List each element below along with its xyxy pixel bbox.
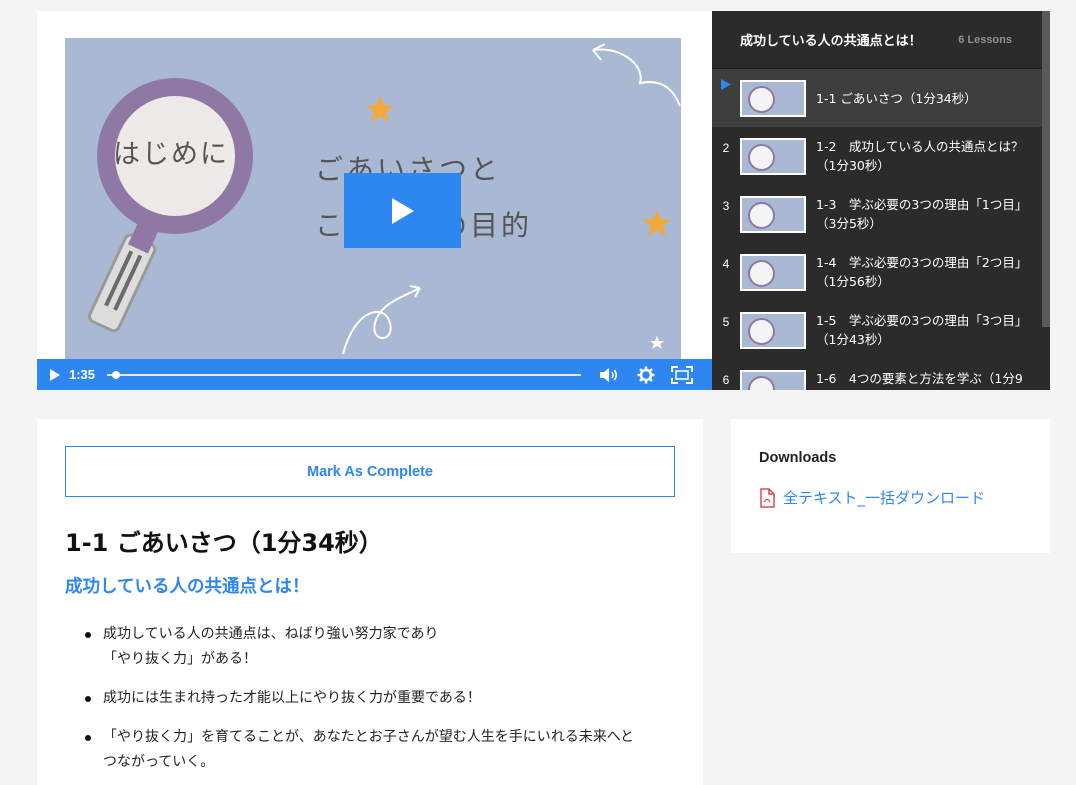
mark-complete-button[interactable]: Mark As Complete <box>65 446 675 497</box>
download-link[interactable]: 全テキスト_一括ダウンロード <box>759 487 985 508</box>
playlist-header: 成功している人の共通点とは！ 6 Lessons <box>712 11 1050 69</box>
lesson-number: 6 <box>722 373 730 387</box>
lesson-label: 1-1 ごあいさつ（1分34秒） <box>816 90 977 106</box>
pdf-file-icon <box>760 487 775 508</box>
lesson-label: 1-4 学ぶ必要の3つの理由「2つ目」（1分56秒） <box>816 255 1022 289</box>
playlist-title: 成功している人の共通点とは！ <box>740 34 922 49</box>
playlist-item[interactable]: 5 1-5 学ぶ必要の3つの理由「3つ目」（1分43秒） <box>712 301 1050 359</box>
lesson-label: 1-6 4つの要素と方法を学ぶ（1分9秒） <box>816 371 1023 386</box>
bullet-line: 「やり抜く力」がある！ <box>103 651 257 667</box>
play-icon <box>50 368 60 381</box>
bullet-line: つながっていく。 <box>103 754 215 770</box>
lesson-content: Mark As Complete 1-1 ごあいさつ（1分34秒） 成功している… <box>37 419 703 785</box>
lesson-number: 2 <box>722 141 730 155</box>
video-player[interactable]: はじめに ごあいさつと この講座の目的 1:35 <box>37 11 712 390</box>
player-controls: 1:35 <box>37 359 712 390</box>
lesson-number: 5 <box>722 315 730 329</box>
video-slide: はじめに ごあいさつと この講座の目的 <box>65 38 681 360</box>
lesson-label: 1-3 学ぶ必要の3つの理由「1つ目」（3分5秒） <box>816 197 1022 231</box>
volume-icon <box>600 367 618 382</box>
progress-bar[interactable] <box>107 370 582 379</box>
playlist-item[interactable]: 6 1-6 4つの要素と方法を学ぶ（1分9秒） <box>712 359 1050 390</box>
lesson-label: 1-5 学ぶ必要の3つの理由「3つ目」（1分43秒） <box>816 313 1022 347</box>
playlist-item[interactable]: 1-1 ごあいさつ（1分34秒） <box>712 69 1050 127</box>
downloads-panel: Downloads 全テキスト_一括ダウンロード <box>731 419 1050 553</box>
bullet-line: 「やり抜く力」を育てることが、あなたとお子さんが望む人生を手にいれる未来へと <box>103 729 635 745</box>
lesson-number: 4 <box>722 257 730 271</box>
lesson-thumbnail <box>740 137 806 175</box>
lesson-thumbnail <box>740 253 806 291</box>
slide-left-text: はじめに <box>113 139 229 170</box>
list-item: 成功には生まれ持った才能以上にやり抜く力が重要である！ <box>83 686 683 711</box>
playlist-item[interactable]: 4 1-4 学ぶ必要の3つの理由「2つ目」（1分56秒） <box>712 243 1050 301</box>
now-playing-indicator <box>712 69 740 93</box>
settings-button[interactable] <box>637 366 655 384</box>
current-time: 1:35 <box>69 367 96 382</box>
playlist-item[interactable]: 2 1-2 成功している人の共通点とは？（1分30秒） <box>712 127 1050 185</box>
volume-button[interactable] <box>599 367 619 383</box>
lesson-count: 6 Lessons <box>958 33 1012 46</box>
lesson-title: 1-1 ごあいさつ（1分34秒） <box>65 529 383 557</box>
big-play-button[interactable] <box>344 173 461 248</box>
bullet-line: 成功には生まれ持った才能以上にやり抜く力が重要である！ <box>103 690 481 706</box>
play-icon <box>391 197 414 224</box>
lesson-thumbnail <box>740 311 806 349</box>
lesson-bullets: 成功している人の共通点は、ねばり強い努力家であり 「やり抜く力」がある！ 成功に… <box>83 622 683 785</box>
playlist-scrollbar[interactable] <box>1042 11 1050 327</box>
lesson-label: 1-2 成功している人の共通点とは？（1分30秒） <box>816 139 1024 173</box>
lesson-subtitle: 成功している人の共通点とは！ <box>65 577 310 597</box>
lesson-thumbnail <box>740 369 806 390</box>
settings-icon <box>637 366 655 383</box>
download-file-label: 全テキスト_一括ダウンロード <box>783 489 986 507</box>
playlist-item[interactable]: 3 1-3 学ぶ必要の3つの理由「1つ目」（3分5秒） <box>712 185 1050 243</box>
play-button[interactable] <box>49 368 61 382</box>
fullscreen-button[interactable] <box>671 365 694 384</box>
lesson-playlist: 成功している人の共通点とは！ 6 Lessons 1-1 ごあいさつ（1分34秒… <box>712 11 1050 390</box>
list-item: 成功している人の共通点は、ねばり強い努力家であり 「やり抜く力」がある！ <box>83 622 683 672</box>
play-icon <box>721 79 731 90</box>
list-item: 「やり抜く力」を育てることが、あなたとお子さんが望む人生を手にいれる未来へと つ… <box>83 725 683 775</box>
bullet-line: 成功している人の共通点は、ねばり強い努力家であり <box>103 626 439 642</box>
fullscreen-icon <box>671 365 694 384</box>
lesson-thumbnail <box>740 195 806 233</box>
lesson-thumbnail <box>740 79 806 117</box>
lesson-number: 3 <box>722 199 730 213</box>
progress-handle[interactable] <box>111 370 120 379</box>
downloads-heading: Downloads <box>759 450 837 466</box>
